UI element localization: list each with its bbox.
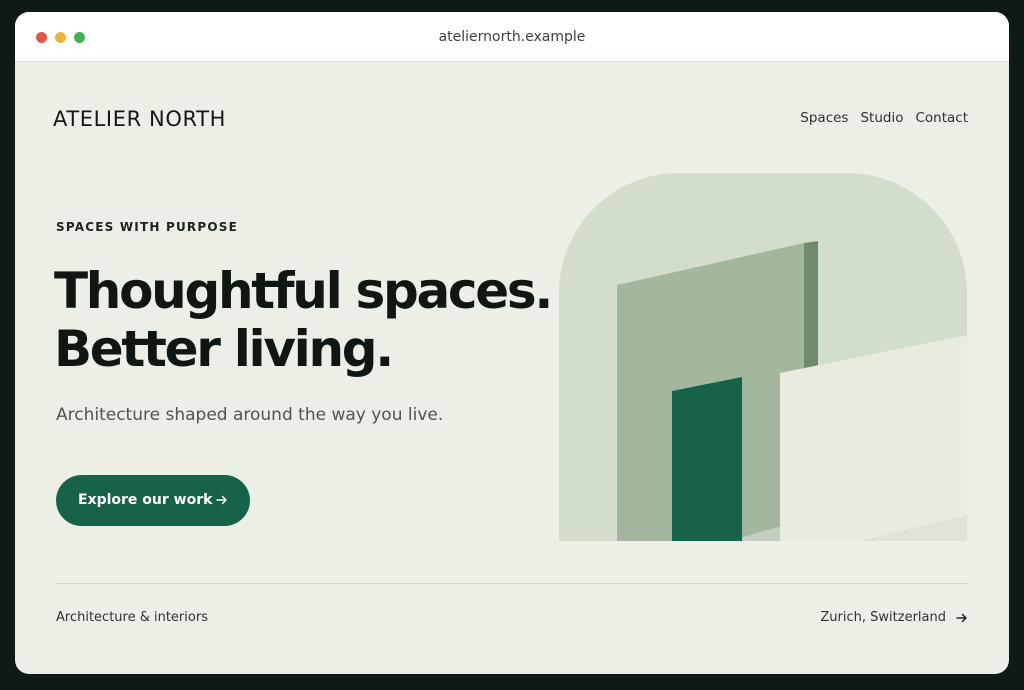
nav-link-studio[interactable]: Studio (860, 110, 903, 126)
nav-link-spaces[interactable]: Spaces (800, 110, 848, 126)
browser-window: ateliernorth.example ATELIER NORTH Space… (15, 12, 1009, 674)
hero-subtext: Architecture shaped around the way you l… (56, 405, 444, 425)
site-logo[interactable]: ATELIER NORTH (53, 107, 226, 131)
arrow-right-icon (216, 495, 227, 505)
explore-work-button[interactable]: Explore our work (56, 475, 250, 526)
location-link[interactable]: Zurich, Switzerland (820, 610, 968, 625)
arrow-right-icon (956, 613, 967, 622)
location-label: Zurich, Switzerland (820, 610, 946, 625)
hero-headline-line-1: Thoughtful spaces. (54, 262, 553, 320)
hero-headline-line-2: Better living. (54, 320, 394, 378)
browser-titlebar: ateliernorth.example (15, 12, 1009, 62)
explore-work-label: Explore our work (78, 492, 213, 508)
address-bar-url[interactable]: ateliernorth.example (15, 29, 1009, 45)
hero-headline: Thoughtful spaces. Better living. (54, 262, 553, 378)
footer-tagline: Architecture & interiors (56, 610, 208, 625)
hero-illustration (559, 173, 967, 541)
hero-eyebrow: SPACES WITH PURPOSE (56, 220, 238, 234)
footer-divider (56, 583, 968, 584)
door-shape (672, 377, 742, 541)
main-nav: Spaces Studio Contact (800, 110, 968, 126)
nav-link-contact[interactable]: Contact (915, 110, 968, 126)
